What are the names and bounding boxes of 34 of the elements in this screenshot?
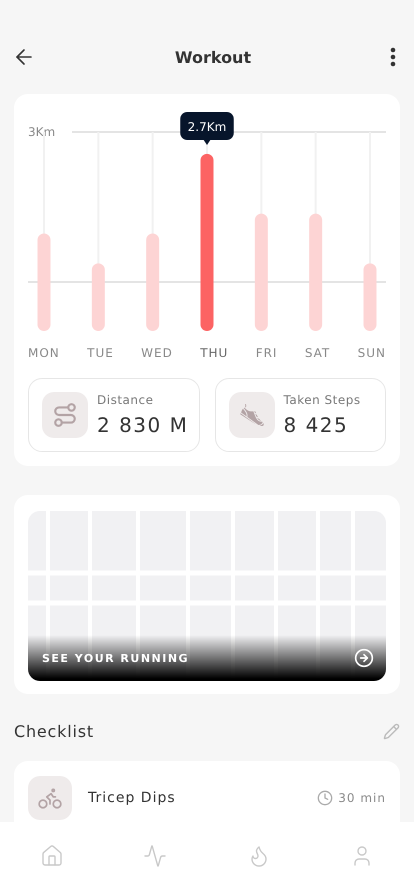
day-label: WED — [141, 346, 173, 360]
bar[interactable] — [38, 234, 50, 331]
bar[interactable] — [364, 263, 376, 331]
checklist-item[interactable]: Tricep Dips 30 min — [14, 761, 400, 822]
arrow-right-button[interactable] — [354, 648, 374, 668]
stat-value: 8 425 — [284, 413, 350, 437]
section-title: Checklist — [14, 722, 94, 741]
day-label: SAT — [304, 346, 330, 360]
day-label: FRI — [256, 346, 278, 360]
page-title: Workout — [174, 48, 252, 66]
axis-label: 3Km — [28, 125, 56, 139]
stat-label: Distance — [97, 393, 154, 407]
route-icon — [52, 402, 78, 428]
stat-value: 2 830 M — [97, 413, 188, 437]
value-tooltip: 2.7Km — [180, 112, 234, 145]
more-button[interactable] — [390, 47, 396, 67]
day-label: MON — [28, 346, 60, 360]
exercise-name: Tricep Dips — [88, 789, 177, 808]
edit-button[interactable] — [383, 723, 400, 740]
bar[interactable] — [92, 263, 105, 331]
bar[interactable] — [200, 154, 214, 331]
map-caption: SEE YOUR RUNNING — [42, 652, 190, 664]
day-label: SUN — [358, 346, 386, 360]
day-label: TUE — [87, 346, 114, 360]
home-button[interactable] — [40, 844, 64, 868]
stat-label: Taken Steps — [284, 393, 361, 407]
day-label: THU — [200, 346, 228, 360]
bar[interactable] — [146, 234, 160, 331]
bar[interactable] — [309, 214, 322, 331]
shoe-icon — [238, 402, 264, 428]
clock-icon — [317, 790, 334, 806]
activity-button[interactable] — [143, 844, 168, 868]
duration: 30 min — [338, 791, 386, 805]
bar[interactable] — [254, 214, 268, 331]
